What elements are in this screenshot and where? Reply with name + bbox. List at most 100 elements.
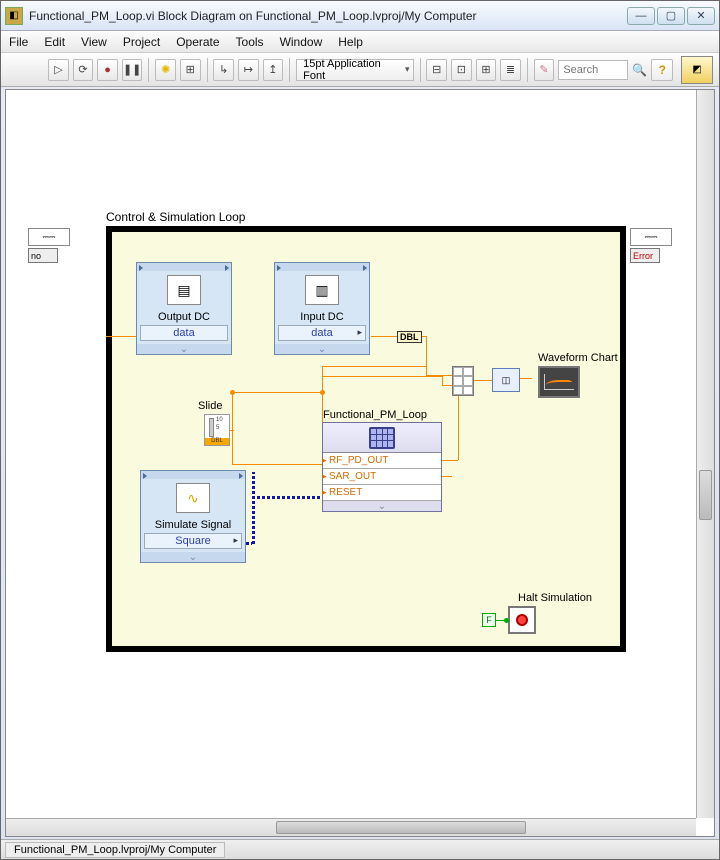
window-controls: — ▢ ✕ xyxy=(627,7,715,25)
window-title: Functional_PM_Loop.vi Block Diagram on F… xyxy=(29,9,627,23)
simulate-signal-node[interactable]: ∿ Simulate Signal Square ⌄ xyxy=(140,470,246,563)
search-area: 🔍 ? xyxy=(558,59,673,81)
output-dc-field: data xyxy=(140,325,228,341)
slide-tick-10: 10 xyxy=(216,417,223,423)
toolbar: ▷ ⟳ ● ❚❚ ✺ ⊞ ↳ ↦ ↥ 15pt Application Font… xyxy=(1,53,719,87)
wire-junction xyxy=(504,618,509,623)
wire xyxy=(458,386,459,460)
run-button[interactable]: ▷ xyxy=(48,59,69,81)
distribute-button[interactable]: ⊡ xyxy=(451,59,472,81)
wire xyxy=(322,376,442,377)
stop-icon xyxy=(508,606,536,634)
waveform-chart-terminal[interactable]: Waveform Chart xyxy=(538,366,580,398)
bundle-node[interactable] xyxy=(452,366,474,396)
sim-signal-field: Square xyxy=(144,533,242,549)
wire xyxy=(252,472,255,544)
wire xyxy=(371,336,397,337)
input-dc-field: data xyxy=(278,325,366,341)
minimize-button[interactable]: — xyxy=(627,7,655,25)
menu-tools[interactable]: Tools xyxy=(236,35,264,49)
wire xyxy=(246,542,252,545)
tunnel-icon: ⎓⎓ xyxy=(630,228,672,246)
waveform-chart-label: Waveform Chart xyxy=(538,352,618,364)
chart-helper-node[interactable]: ◫ xyxy=(492,368,520,392)
wire xyxy=(474,380,492,381)
wire xyxy=(442,385,452,386)
output-dc-node[interactable]: ▤ Output DC data ⌄ xyxy=(136,262,232,355)
abort-button[interactable]: ● xyxy=(97,59,118,81)
wire xyxy=(230,430,234,431)
simulation-loop-structure[interactable]: ▤ Output DC data ⌄ ▥ Input DC data ⌄ DBL xyxy=(106,226,626,652)
wire xyxy=(232,464,322,465)
cleanup-button[interactable]: ✎ xyxy=(534,59,555,81)
pm-row-2: RESET xyxy=(323,485,441,501)
slide-tick-5: 5 xyxy=(216,425,219,431)
pause-button[interactable]: ❚❚ xyxy=(122,59,143,81)
menu-help[interactable]: Help xyxy=(338,35,363,49)
block-diagram-canvas[interactable]: Control & Simulation Loop ⎓⎓ no ⎓⎓ Error… xyxy=(6,90,696,818)
right-error-tunnel[interactable]: ⎓⎓ Error xyxy=(630,228,696,263)
retain-wires-button[interactable]: ⊞ xyxy=(180,59,201,81)
wire xyxy=(106,336,136,337)
chart-icon xyxy=(538,366,580,398)
highlight-exec-button[interactable]: ✺ xyxy=(155,59,176,81)
wire xyxy=(442,476,452,477)
vertical-scrollbar[interactable] xyxy=(696,90,714,818)
reorder-button[interactable]: ≣ xyxy=(500,59,521,81)
pm-row-1: SAR_OUT xyxy=(323,469,441,485)
hscroll-thumb[interactable] xyxy=(276,821,526,834)
statusbar: Functional_PM_Loop.lvproj/My Computer xyxy=(1,839,719,859)
left-error-tunnel[interactable]: ⎓⎓ no xyxy=(28,228,102,263)
search-input[interactable] xyxy=(558,60,628,80)
help-button[interactable]: ? xyxy=(651,59,673,81)
menu-window[interactable]: Window xyxy=(280,35,323,49)
menu-operate[interactable]: Operate xyxy=(176,35,219,49)
menu-file[interactable]: File xyxy=(9,35,28,49)
titlebar: ◧ Functional_PM_Loop.vi Block Diagram on… xyxy=(1,1,719,31)
menu-project[interactable]: Project xyxy=(123,35,160,49)
right-tunnel-label: Error xyxy=(630,248,660,263)
resize-button[interactable]: ⊞ xyxy=(476,59,497,81)
false-constant[interactable]: F xyxy=(482,613,496,627)
input-dc-title: Input DC xyxy=(275,309,369,324)
slide-terminal[interactable]: 10 5 DBL xyxy=(204,414,230,446)
daq-read-icon: ▥ xyxy=(305,275,339,305)
wire xyxy=(252,496,255,497)
step-into-button[interactable]: ↳ xyxy=(213,59,234,81)
halt-simulation-node[interactable]: Halt Simulation xyxy=(508,606,536,634)
tunnel-icon: ⎓⎓ xyxy=(28,228,70,246)
to-dbl-node[interactable]: DBL xyxy=(397,331,422,343)
context-cell: Functional_PM_Loop.lvproj/My Computer xyxy=(5,842,225,858)
search-icon[interactable]: 🔍 xyxy=(632,63,647,77)
wire xyxy=(252,496,322,499)
slide-label: Slide xyxy=(198,400,222,412)
font-label: 15pt Application Font xyxy=(303,58,398,82)
functional-pm-loop-subvi[interactable]: Functional_PM_Loop RF_PD_OUT SAR_OUT RES… xyxy=(322,422,442,512)
maximize-button[interactable]: ▢ xyxy=(657,7,685,25)
pm-row-0: RF_PD_OUT xyxy=(323,453,441,469)
align-button[interactable]: ⊟ xyxy=(426,59,447,81)
menu-view[interactable]: View xyxy=(81,35,107,49)
vscroll-thumb[interactable] xyxy=(699,470,712,520)
close-button[interactable]: ✕ xyxy=(687,7,715,25)
menu-edit[interactable]: Edit xyxy=(44,35,65,49)
app-window: ◧ Functional_PM_Loop.vi Block Diagram on… xyxy=(0,0,720,860)
wire xyxy=(520,378,532,379)
app-icon: ◧ xyxy=(5,7,23,25)
horizontal-scrollbar[interactable] xyxy=(6,818,696,836)
slide-unit: DBL xyxy=(205,438,229,445)
run-continuous-button[interactable]: ⟳ xyxy=(73,59,94,81)
vi-icon[interactable]: ◩ xyxy=(681,56,713,84)
sim-signal-title: Simulate Signal xyxy=(141,517,245,532)
loop-label: Control & Simulation Loop xyxy=(106,210,245,224)
daq-write-icon: ▤ xyxy=(167,275,201,305)
wire xyxy=(426,366,427,376)
step-out-button[interactable]: ↥ xyxy=(263,59,284,81)
pm-loop-label: Functional_PM_Loop xyxy=(323,409,427,421)
font-selector[interactable]: 15pt Application Font xyxy=(296,59,413,81)
left-tunnel-label: no xyxy=(28,248,58,263)
wire xyxy=(426,336,427,366)
step-over-button[interactable]: ↦ xyxy=(238,59,259,81)
signal-gen-icon: ∿ xyxy=(176,483,210,513)
input-dc-node[interactable]: ▥ Input DC data ⌄ xyxy=(274,262,370,355)
